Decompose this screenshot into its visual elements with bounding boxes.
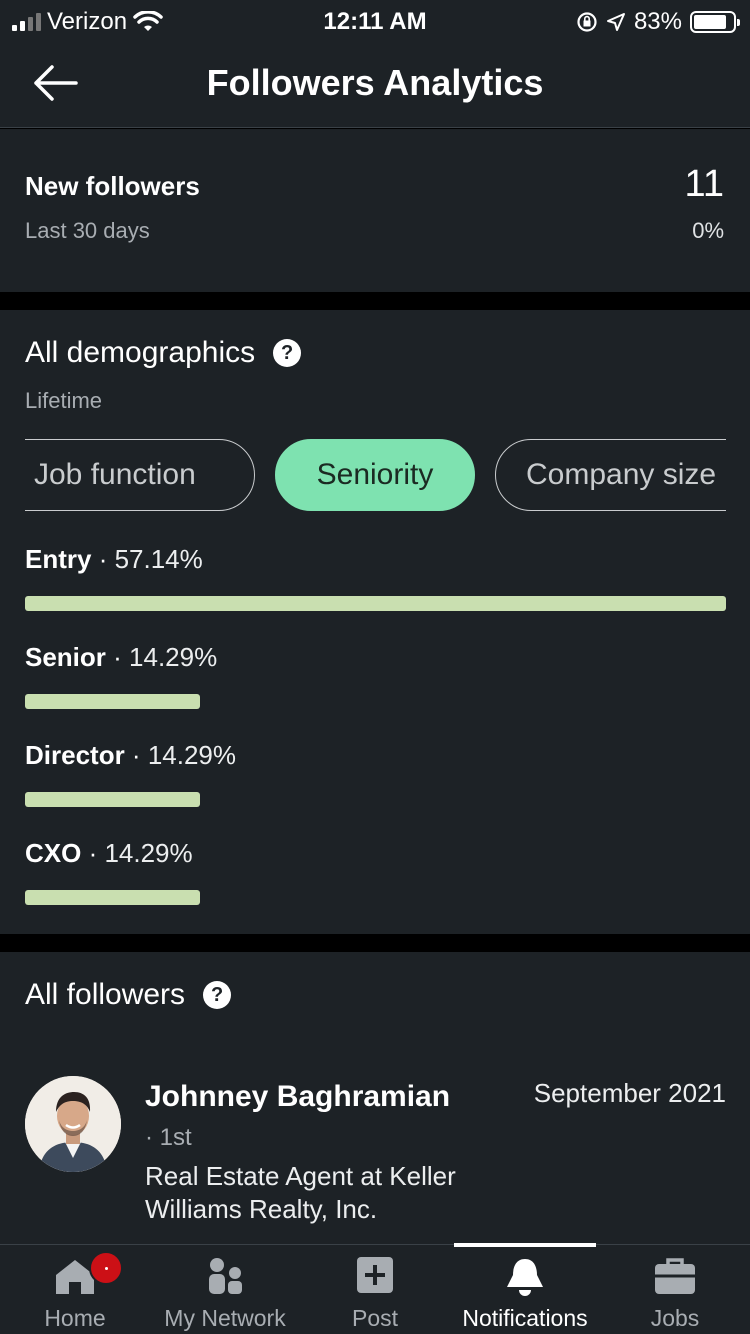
new-followers-period: Last 30 days [25,218,150,243]
demographic-label: Senior [25,642,106,672]
tab-job-function[interactable]: Job function [25,439,255,511]
tab-seniority[interactable]: Seniority [275,439,475,511]
battery-level [694,15,726,29]
seniority-breakdown: Entry · 57.14% Senior · 14.29% Director … [25,544,726,936]
demographics-title: All demographics [25,336,256,369]
tab-label: My Network [164,1305,286,1331]
orientation-lock-icon [577,12,597,32]
new-followers-label: New followers [25,171,200,201]
tab-notifications[interactable]: Notifications [450,1243,600,1334]
tab-label: Post [351,1305,399,1331]
demographic-bar [25,596,726,611]
demographic-row: CXO · 14.29% [25,838,726,936]
demographic-row-text: Director · 14.29% [25,740,726,771]
demographic-percent: 57.14% [114,544,203,574]
demographic-percent: 14.29% [129,642,218,672]
demographic-label: Entry [25,544,92,574]
notification-badge [89,1251,123,1285]
bell-icon [507,1259,543,1296]
demographic-percent: 14.29% [104,838,193,868]
network-icon [209,1258,242,1294]
bottom-tab-bar: Home My Network Post Notifications Jobs [0,1243,750,1334]
demographic-label: CXO [25,838,82,868]
all-followers-card: All followers ? Johnney Baghramian · 1st… [0,952,750,1244]
demographics-card: All demographics ? Lifetime Job function… [0,310,750,934]
tab-home[interactable]: Home [0,1245,150,1334]
demographics-period: Lifetime [25,388,103,413]
demographic-label: Director [25,740,125,770]
help-icon[interactable]: ? [203,981,232,1009]
separator: · [124,740,148,770]
avatar[interactable] [25,1076,121,1172]
battery-percent: 83% [633,8,682,35]
tab-jobs[interactable]: Jobs [600,1245,750,1334]
separator: · [105,642,130,672]
demographic-bar-track [25,596,726,611]
tab-label: Home [44,1305,106,1331]
new-followers-count: 11 [684,163,724,205]
separator: · [81,838,105,868]
demographic-row-text: CXO · 14.29% [25,838,726,869]
demographic-row: Senior · 14.29% [25,642,726,740]
demographic-row-text: Entry · 57.14% [25,544,726,575]
tab-label: Jobs [650,1305,700,1331]
separator: · [91,544,115,574]
demographics-title-row: All demographics ? [25,336,302,370]
demographic-bar [25,694,201,709]
page-title: Followers Analytics [206,62,544,103]
demographic-bar [25,890,201,905]
location-icon [606,13,625,31]
demographic-percent: 14.29% [147,740,236,770]
tab-company-size[interactable]: Company size [495,439,726,511]
status-right: 83% [576,8,740,36]
demographic-bar-track [25,694,726,709]
new-followers-change: 0% [692,218,724,243]
tab-my-network[interactable]: My Network [150,1245,300,1334]
demographic-row: Entry · 57.14% [25,544,726,642]
battery-icon [690,11,740,33]
tab-label: Notifications [462,1305,588,1331]
demographic-row-text: Senior · 14.29% [25,642,726,673]
top-navigation: Followers Analytics [0,40,750,128]
tab-post[interactable]: Post [300,1245,450,1334]
follower-headline: Real Estate Agent at Keller Williams Rea… [145,1161,456,1224]
followers-title-row: All followers ? [25,978,232,1012]
demographic-bar [25,792,201,807]
help-icon[interactable]: ? [273,339,302,367]
demographic-bar-track [25,792,726,807]
post-plus-icon [357,1257,393,1293]
follower-list-item[interactable]: Johnney Baghramian · 1st Real Estate Age… [25,1076,726,1246]
follow-date: September 2021 [533,1078,726,1108]
new-followers-card: New followers Last 30 days 11 0% [0,129,750,292]
followers-title: All followers [25,978,186,1011]
connection-degree: · 1st [145,1124,192,1151]
avatar-image [25,1076,121,1172]
demographic-filter-tabs: Job function Seniority Company size [25,439,726,511]
status-bar: Verizon 12:11 AM 83% [0,0,750,40]
briefcase-icon [655,1258,695,1294]
follower-name[interactable]: Johnney Baghramian [145,1080,450,1114]
demographic-bar-track [25,890,726,905]
demographic-row: Director · 14.29% [25,740,726,838]
